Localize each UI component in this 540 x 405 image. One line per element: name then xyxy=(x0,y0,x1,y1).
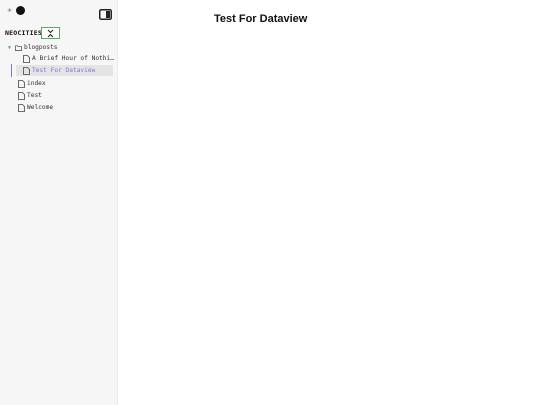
sidebar-layout-button[interactable] xyxy=(99,5,112,20)
tree-item-label: A Brief Hour of Nothi… xyxy=(32,55,114,62)
file-icon xyxy=(18,91,25,100)
tree-item-label: Test xyxy=(27,92,42,99)
sun-icon: ☀ xyxy=(7,5,12,15)
tree-file-test-for-dataview[interactable]: Test For Dataview xyxy=(16,65,113,76)
page-title: Test For Dataview xyxy=(214,13,308,25)
sidebar: ☀ NEOCITIES ▼ blogposts A Brief Hour of … xyxy=(0,0,118,405)
tree-item-label: blogposts xyxy=(24,44,58,51)
tree-item-label: Test For Dataview xyxy=(32,67,96,74)
tree-item-label: Welcome xyxy=(27,104,54,111)
tree-file-welcome[interactable]: Welcome xyxy=(18,102,53,113)
sidebar-layout-icon xyxy=(99,9,112,20)
theme-toggle[interactable]: ☀ xyxy=(5,5,26,16)
folder-icon xyxy=(15,44,22,51)
collapse-all-icon xyxy=(47,29,54,37)
tree-folder-blogposts[interactable]: ▼ blogposts xyxy=(8,42,58,53)
file-icon xyxy=(23,66,30,75)
file-icon xyxy=(18,103,25,112)
moon-icon xyxy=(16,6,25,15)
tree-file-test[interactable]: Test xyxy=(18,90,42,101)
vault-title: NEOCITIES xyxy=(5,29,43,37)
tree-file-a-brief-hour[interactable]: A Brief Hour of Nothi… xyxy=(23,53,115,64)
file-icon xyxy=(18,79,25,88)
chevron-down-icon: ▼ xyxy=(8,44,12,51)
tree-item-label: index xyxy=(27,80,46,87)
collapse-all-button[interactable] xyxy=(41,27,60,39)
file-icon xyxy=(23,54,30,63)
tree-file-index[interactable]: index xyxy=(18,78,46,89)
tree-indent-guide xyxy=(11,64,12,77)
